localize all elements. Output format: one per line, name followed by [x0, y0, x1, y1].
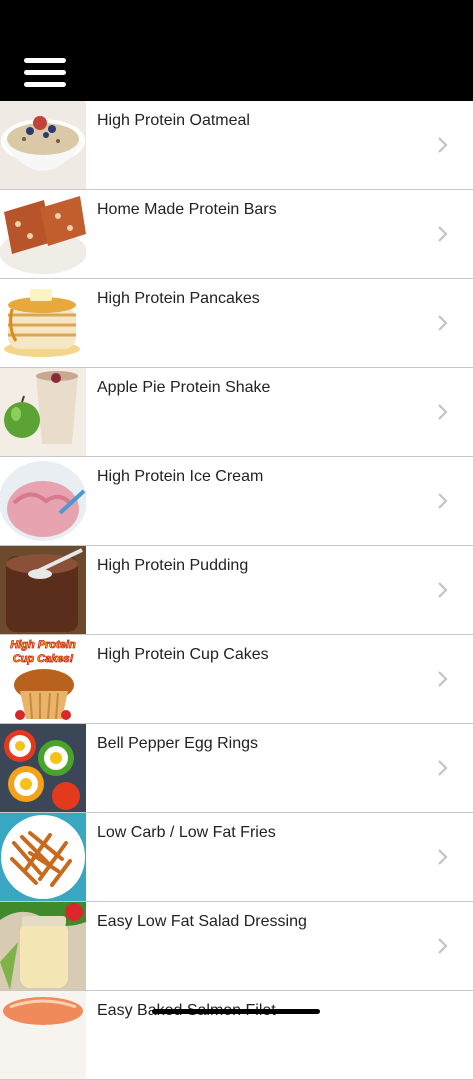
recipe-thumbnail-shake — [0, 368, 86, 456]
recipe-title: Home Made Protein Bars — [97, 201, 277, 218]
hamburger-menu-icon[interactable] — [24, 58, 68, 92]
chevron-right-icon — [435, 493, 451, 509]
list-item[interactable]: High Protein Pudding — [0, 546, 473, 635]
chevron-right-icon — [435, 582, 451, 598]
cupcake-banner-line-1: High Protein — [10, 639, 76, 651]
list-item[interactable]: High Protein Ice Cream — [0, 457, 473, 546]
chevron-right-icon — [435, 849, 451, 865]
recipe-thumbnail-cupcakes: High Protein Cup Cakes! — [0, 635, 86, 723]
cupcake-banner-line-2: Cup Cakes! — [13, 653, 74, 665]
recipe-thumbnail-egg-rings — [0, 724, 86, 812]
chevron-right-icon — [435, 760, 451, 776]
chevron-right-icon — [435, 671, 451, 687]
top-navigation-bar — [0, 0, 473, 101]
list-item[interactable]: Low Carb / Low Fat Fries — [0, 813, 473, 902]
chevron-right-icon — [435, 938, 451, 954]
recipe-title: Easy Low Fat Salad Dressing — [97, 913, 307, 930]
recipe-thumbnail-oatmeal — [0, 101, 86, 189]
list-item[interactable]: Easy Baked Salmon Filet — [0, 991, 473, 1080]
recipe-thumbnail-fries — [0, 813, 86, 901]
chevron-right-icon — [435, 315, 451, 331]
recipe-thumbnail-ice-cream — [0, 457, 86, 545]
recipe-title: High Protein Pudding — [97, 557, 249, 574]
recipe-title: High Protein Ice Cream — [97, 468, 264, 485]
recipe-thumbnail-salad-dressing — [0, 902, 86, 990]
home-indicator — [152, 1009, 320, 1014]
list-item[interactable]: High Protein Oatmeal — [0, 101, 473, 190]
list-item[interactable]: Apple Pie Protein Shake — [0, 368, 473, 457]
recipe-title: High Protein Pancakes — [97, 290, 260, 307]
list-item[interactable]: Easy Low Fat Salad Dressing — [0, 902, 473, 991]
recipe-thumbnail-protein-bars — [0, 190, 86, 278]
recipe-title: High Protein Cup Cakes — [97, 646, 269, 663]
list-item[interactable]: High Protein Cup Cakes! High Protein Cup… — [0, 635, 473, 724]
recipe-thumbnail-pancakes — [0, 279, 86, 367]
recipe-thumbnail-pudding — [0, 546, 86, 634]
list-item[interactable]: Home Made Protein Bars — [0, 190, 473, 279]
recipe-list: High Protein Oatmeal Home Made Protein B… — [0, 101, 473, 1080]
recipe-thumbnail-salmon — [0, 991, 86, 1079]
recipe-title: Apple Pie Protein Shake — [97, 379, 271, 396]
list-item[interactable]: High Protein Pancakes — [0, 279, 473, 368]
chevron-right-icon — [435, 404, 451, 420]
list-item[interactable]: Bell Pepper Egg Rings — [0, 724, 473, 813]
chevron-right-icon — [435, 226, 451, 242]
recipe-title: High Protein Oatmeal — [97, 112, 250, 129]
recipe-title: Bell Pepper Egg Rings — [97, 735, 258, 752]
chevron-right-icon — [435, 137, 451, 153]
recipe-title: Low Carb / Low Fat Fries — [97, 824, 276, 841]
